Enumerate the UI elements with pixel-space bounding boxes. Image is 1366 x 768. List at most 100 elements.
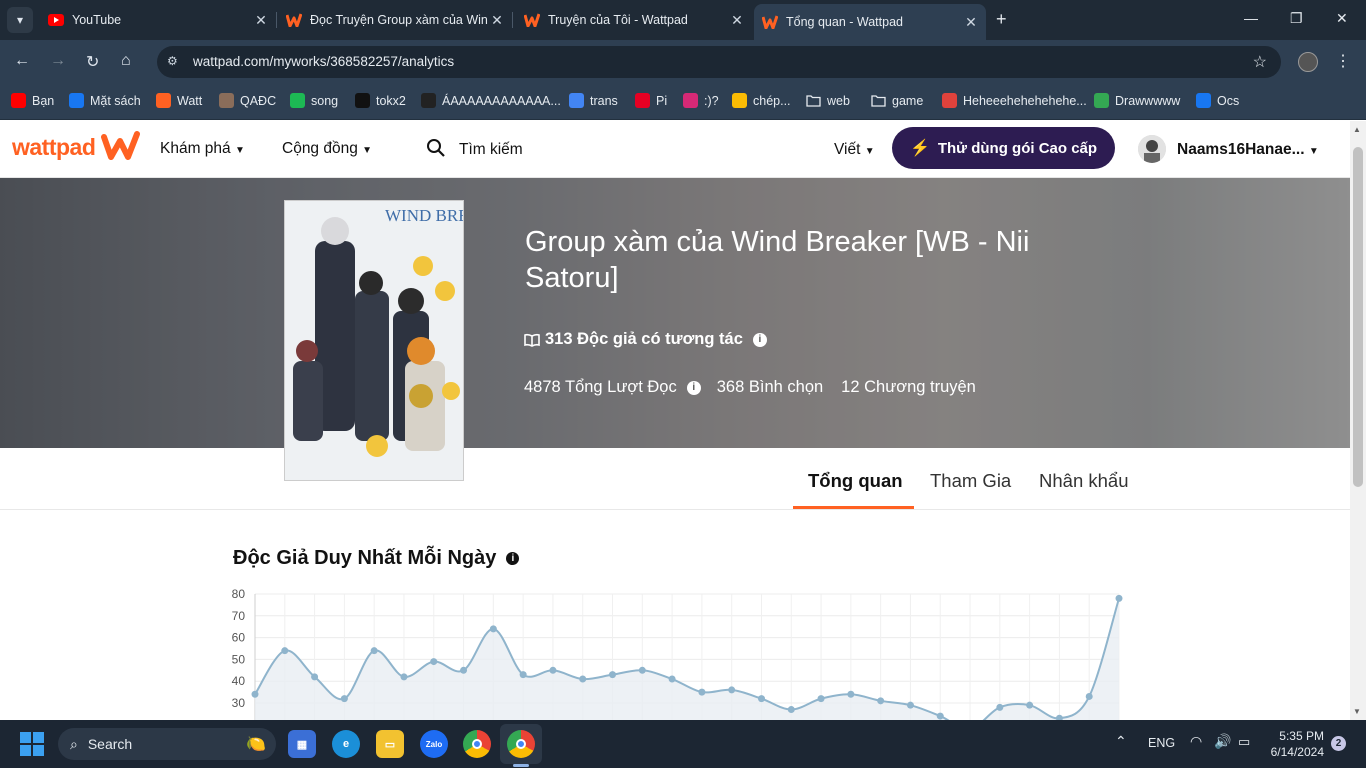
more-menu-icon[interactable]: ⋮ [1335,51,1351,71]
language-indicator[interactable]: ENG [1148,736,1175,750]
tab-search-button[interactable]: ▾ [7,7,33,33]
data-point[interactable] [609,671,617,679]
minimize-icon[interactable]: — [1244,10,1258,26]
info-icon[interactable]: i [506,552,520,565]
tab-demographics[interactable]: Nhân khẩu [1039,470,1128,492]
bookmark-item[interactable]: Ocs [1196,93,1239,108]
bookmark-star-icon[interactable]: ☆ [1253,52,1267,72]
data-point[interactable] [489,625,497,633]
scroll-up-arrow-icon[interactable]: ▲ [1353,125,1361,134]
user-menu[interactable]: Naams16Hanae... ▼ [1177,141,1319,159]
data-point[interactable] [877,697,885,705]
edge-icon[interactable]: e [332,730,360,758]
bookmark-item[interactable]: trans [569,93,618,108]
explore-menu[interactable]: Khám phá ▼ [160,140,245,158]
data-point[interactable] [787,706,795,714]
data-point[interactable] [1085,692,1093,700]
notification-badge[interactable]: 2 [1331,736,1346,751]
bookmark-item[interactable]: Heheeehehehehehe... [942,93,1087,108]
system-clock[interactable]: 5:35 PM 6/14/2024 [1268,728,1324,760]
bookmark-item[interactable]: song [290,93,338,108]
address-bar[interactable]: ⚙ wattpad.com/myworks/368582257/analytic… [157,46,1281,78]
wifi-icon[interactable]: ◠ [1190,733,1202,750]
tab-overview-active[interactable]: Tổng quan - Wattpad ✕ [754,4,986,40]
forward-arrow-icon[interactable]: → [50,52,66,70]
data-point[interactable] [936,712,944,720]
data-point[interactable] [579,675,587,683]
bookmark-item[interactable]: :)? [683,93,719,108]
data-point[interactable] [340,695,348,703]
tab-my-stories[interactable]: Truyện của Tôi - Wattpad ✕ [524,0,746,40]
data-point[interactable] [311,673,319,681]
page-scrollbar[interactable]: ▲ ▼ [1350,121,1366,720]
bookmark-item[interactable]: ÁAAAAAAAAAAAA... [421,93,561,108]
home-icon[interactable]: ⌂ [121,52,131,70]
battery-icon[interactable]: ▭ [1238,734,1250,750]
data-point[interactable] [1026,701,1034,709]
tab-story-read[interactable]: Đọc Truyện Group xàm của Win ✕ [286,0,506,40]
community-menu[interactable]: Cộng đồng ▼ [282,140,372,158]
data-point[interactable] [906,701,914,709]
tab-engagement[interactable]: Tham Gia [930,470,1011,492]
tab-overview[interactable]: Tổng quan [808,470,903,492]
restore-icon[interactable]: ❐ [1290,10,1303,27]
browser-profile-avatar[interactable] [1298,52,1318,72]
search-icon[interactable] [426,138,446,163]
zalo-icon[interactable]: Zalo [420,730,448,758]
data-point[interactable] [996,703,1004,711]
new-tab-plus-icon[interactable]: + [996,9,1007,30]
data-point[interactable] [698,688,706,696]
data-point[interactable] [757,695,765,703]
file-explorer-icon[interactable]: ▭ [376,730,404,758]
data-point[interactable] [668,675,676,683]
write-menu[interactable]: Viết ▼ [834,141,875,159]
data-point[interactable] [728,686,736,694]
bookmark-item[interactable]: Watt [156,93,202,108]
search-input[interactable]: Tìm kiếm [459,141,523,159]
bookmark-item[interactable]: chép... [732,93,791,108]
chevron-up-icon[interactable]: ⌃ [1115,733,1127,750]
data-point[interactable] [370,647,378,655]
wattpad-logo[interactable]: wattpad [12,134,96,161]
data-point[interactable] [460,666,468,674]
user-avatar[interactable] [1138,135,1166,163]
close-icon[interactable]: ✕ [962,14,980,31]
bookmark-item[interactable]: Pi [635,93,667,108]
data-point[interactable] [430,658,438,666]
try-premium-button[interactable]: ⚡ Thử dùng gói Cao cấp [892,127,1115,169]
data-point[interactable] [400,673,408,681]
close-icon[interactable]: ✕ [252,12,270,29]
site-settings-icon[interactable]: ⚙ [167,54,178,68]
info-icon[interactable]: i [686,380,701,395]
close-icon[interactable]: ✕ [488,12,506,29]
chrome-icon[interactable] [463,730,491,758]
data-point[interactable] [638,666,646,674]
bookmark-item[interactable]: tokx2 [355,93,406,108]
chrome-profile-icon[interactable] [507,730,535,758]
close-window-icon[interactable]: ✕ [1336,10,1348,27]
info-icon[interactable]: i [752,332,767,347]
bookmark-item[interactable]: Bạn [11,93,54,108]
data-point[interactable] [549,666,557,674]
bookmark-item[interactable]: Mặt sách [69,93,141,108]
store-icon[interactable]: ▦ [288,730,316,758]
windows-start-icon[interactable] [20,732,44,756]
tab-youtube[interactable]: YouTube ✕ [48,0,270,40]
data-point[interactable] [817,695,825,703]
bookmark-item[interactable]: QAĐC [219,93,276,108]
bookmark-item[interactable]: web [806,93,850,108]
data-point[interactable] [1115,594,1123,602]
close-icon[interactable]: ✕ [728,12,746,29]
data-point[interactable] [519,671,527,679]
data-point[interactable] [281,647,289,655]
bookmark-item[interactable]: game [871,93,923,108]
wattpad-w-logo-icon[interactable] [100,131,140,161]
data-point[interactable] [251,690,259,698]
taskbar-search-box[interactable]: ⌕ Search 🍋 [58,728,276,760]
back-arrow-icon[interactable]: ← [14,52,30,70]
volume-icon[interactable]: 🔊 [1214,733,1231,750]
data-point[interactable] [847,690,855,698]
scroll-down-arrow-icon[interactable]: ▼ [1353,707,1361,716]
reload-icon[interactable]: ↻ [86,52,99,72]
bookmark-item[interactable]: Drawwwww [1094,93,1180,108]
